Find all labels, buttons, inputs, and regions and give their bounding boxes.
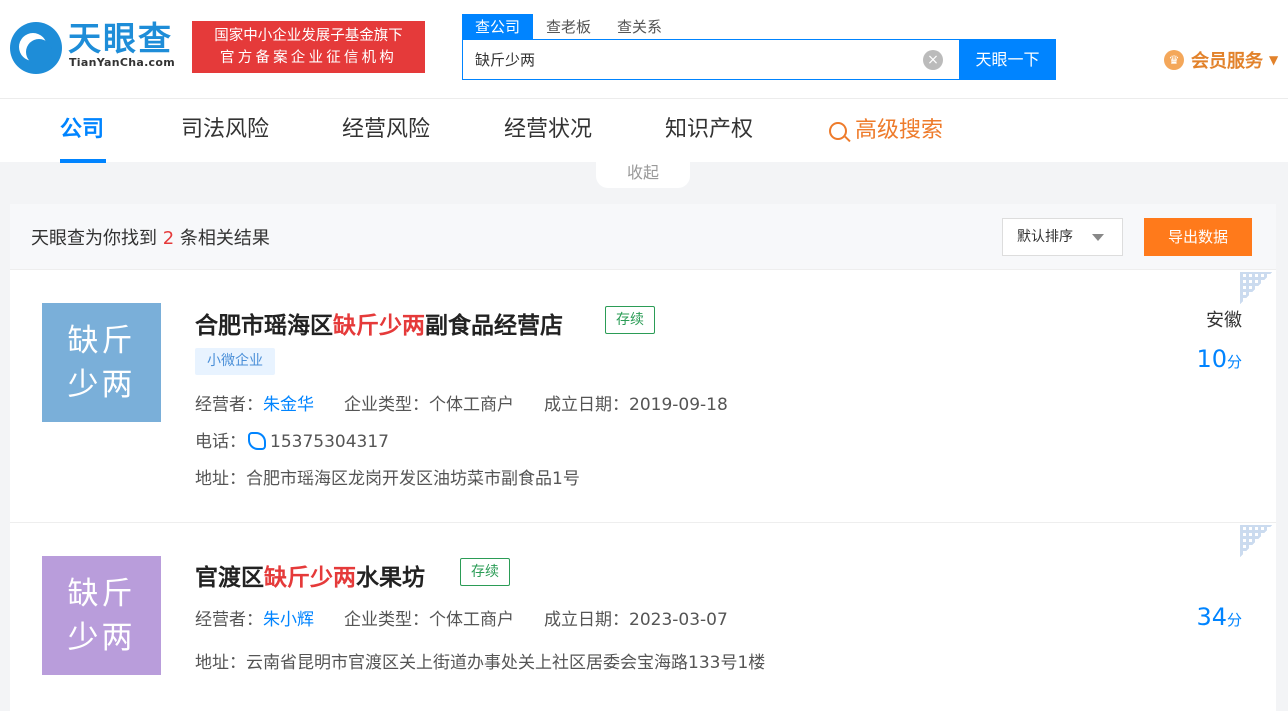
logo-text: 天眼查: [68, 19, 173, 58]
logo-eye-icon: [10, 22, 62, 74]
sort-dropdown[interactable]: 默认排序: [1002, 218, 1123, 256]
company-score: 10分: [1196, 345, 1242, 373]
banner-line-2: 官方备案企业征信机构: [220, 50, 397, 66]
phone-label: 电话：: [195, 432, 246, 452]
name-highlight: 缺斤少两: [333, 313, 425, 339]
operator-link[interactable]: 朱金华: [263, 395, 314, 415]
logo-line-1: 缺斤: [67, 576, 136, 612]
clear-icon[interactable]: ×: [923, 50, 943, 70]
search-input[interactable]: 缺斤少两: [475, 49, 535, 70]
name-part: 官渡区: [195, 565, 264, 591]
phone-icon[interactable]: [248, 432, 266, 450]
caret-down-icon: ▼: [1269, 53, 1279, 67]
name-part: 副食品经营店: [425, 313, 563, 339]
status-badge: 存续: [605, 306, 655, 334]
type-label: 企业类型：: [344, 395, 429, 415]
address-label: 地址：: [195, 653, 246, 673]
info-line-basic: 经营者：朱金华 企业类型：个体工商户 成立日期：2019-09-18: [195, 390, 728, 415]
summary-prefix: 天眼查为你找到: [31, 228, 157, 249]
nav-tab-business-status[interactable]: 经营状况: [504, 99, 592, 163]
company-name[interactable]: 官渡区缺斤少两水果坊: [195, 558, 425, 592]
date-value: 2023-03-07: [629, 610, 728, 630]
tab-search-boss[interactable]: 查老板: [533, 14, 604, 40]
caret-down-icon: [1092, 234, 1104, 241]
nav-tab-judicial-risk[interactable]: 司法风险: [181, 99, 269, 163]
search-input-box[interactable]: 缺斤少两 ×: [462, 39, 960, 80]
name-part: 水果坊: [356, 565, 425, 591]
result-card: 缺斤 少两 合肥市瑶海区缺斤少两副食品经营店 存续 小微企业 经营者：朱金华 企业…: [10, 270, 1276, 523]
score-value: 10: [1196, 345, 1227, 373]
advanced-search-label: 高级搜索: [855, 118, 944, 143]
site-logo[interactable]: 天眼查 TianYanCha.com: [10, 20, 180, 76]
result-count: 2: [162, 228, 175, 249]
result-card: 缺斤 少两 官渡区缺斤少两水果坊 存续 经营者：朱小辉 企业类型：个体工商户 成立日…: [10, 523, 1276, 711]
banner-line-1: 国家中小企业发展子基金旗下: [214, 28, 403, 44]
logo-line-2: 少两: [67, 367, 136, 403]
member-label: 会员服务: [1191, 51, 1263, 72]
score-value: 34: [1196, 603, 1227, 631]
nav-tab-business-risk[interactable]: 经营风险: [342, 99, 430, 163]
date-label: 成立日期：: [544, 395, 629, 415]
tab-search-company[interactable]: 查公司: [462, 14, 534, 40]
summary-suffix: 条相关结果: [179, 228, 270, 249]
search-icon: [829, 122, 847, 140]
address-label: 地址：: [195, 469, 246, 489]
export-data-button[interactable]: 导出数据: [1144, 218, 1252, 256]
operator-link[interactable]: 朱小辉: [263, 610, 314, 630]
results-summary: 天眼查为你找到 2 条相关结果: [31, 224, 270, 250]
top-header: 天眼查 TianYanCha.com 国家中小企业发展子基金旗下 官方备案企业征…: [0, 0, 1288, 98]
nav-tab-company[interactable]: 公司: [60, 99, 104, 163]
company-region: 安徽: [1206, 310, 1242, 331]
results-panel: 天眼查为你找到 2 条相关结果 默认排序 导出数据 缺斤 少两 合肥市瑶海区缺斤…: [10, 204, 1276, 711]
nav-active-underline: [60, 159, 106, 163]
info-line-address: 地址：云南省昆明市官渡区关上街道办事处关上社区居委会宝海路133号1楼: [195, 648, 765, 673]
date-value: 2019-09-18: [629, 395, 728, 415]
score-unit: 分: [1226, 353, 1242, 371]
address-value: 云南省昆明市官渡区关上街道办事处关上社区居委会宝海路133号1楼: [246, 653, 766, 673]
info-line-phone: 电话： 15375304317: [195, 427, 389, 452]
score-unit: 分: [1226, 611, 1242, 629]
logo-domain: TianYanCha.com: [69, 56, 175, 69]
operator-label: 经营者：: [195, 395, 263, 415]
qr-code-icon[interactable]: [1240, 525, 1272, 557]
phone-value: 15375304317: [270, 432, 389, 452]
info-line-address: 地址：合肥市瑶海区龙岗开发区油坊菜市副食品1号: [195, 464, 580, 489]
nav-advanced-search[interactable]: 高级搜索: [829, 99, 943, 163]
type-value: 个体工商户: [429, 610, 514, 630]
company-score: 34分: [1196, 603, 1242, 631]
type-value: 个体工商户: [429, 395, 514, 415]
address-value: 合肥市瑶海区龙岗开发区油坊菜市副食品1号: [246, 469, 580, 489]
results-header: 天眼查为你找到 2 条相关结果 默认排序 导出数据: [10, 204, 1276, 270]
member-service[interactable]: ♛ 会员服务 ▼: [1164, 48, 1278, 72]
operator-label: 经营者：: [195, 610, 263, 630]
sort-label: 默认排序: [1017, 229, 1073, 245]
company-logo[interactable]: 缺斤 少两: [42, 556, 161, 675]
logo-line-1: 缺斤: [67, 323, 136, 359]
info-line-basic: 经营者：朱小辉 企业类型：个体工商户 成立日期：2023-03-07: [195, 605, 728, 630]
company-tag: 小微企业: [195, 348, 275, 375]
status-badge: 存续: [460, 558, 510, 586]
qr-code-icon[interactable]: [1240, 272, 1272, 304]
name-highlight: 缺斤少两: [264, 565, 356, 591]
official-banner: 国家中小企业发展子基金旗下 官方备案企业征信机构: [192, 21, 425, 73]
company-logo[interactable]: 缺斤 少两: [42, 303, 161, 422]
search-button[interactable]: 天眼一下: [959, 39, 1056, 80]
date-label: 成立日期：: [544, 610, 629, 630]
search-tabs: 查公司 查老板 查关系: [462, 14, 675, 40]
company-name[interactable]: 合肥市瑶海区缺斤少两副食品经营店: [195, 306, 563, 340]
crown-icon: ♛: [1164, 50, 1184, 70]
logo-line-2: 少两: [67, 620, 136, 656]
category-nav: 公司 司法风险 经营风险 经营状况 知识产权 高级搜索: [0, 98, 1288, 163]
tab-search-relation[interactable]: 查关系: [604, 14, 675, 40]
nav-tab-ip[interactable]: 知识产权: [665, 99, 753, 163]
collapse-toggle[interactable]: 收起: [596, 160, 690, 188]
name-part: 合肥市瑶海区: [195, 313, 333, 339]
type-label: 企业类型：: [344, 610, 429, 630]
